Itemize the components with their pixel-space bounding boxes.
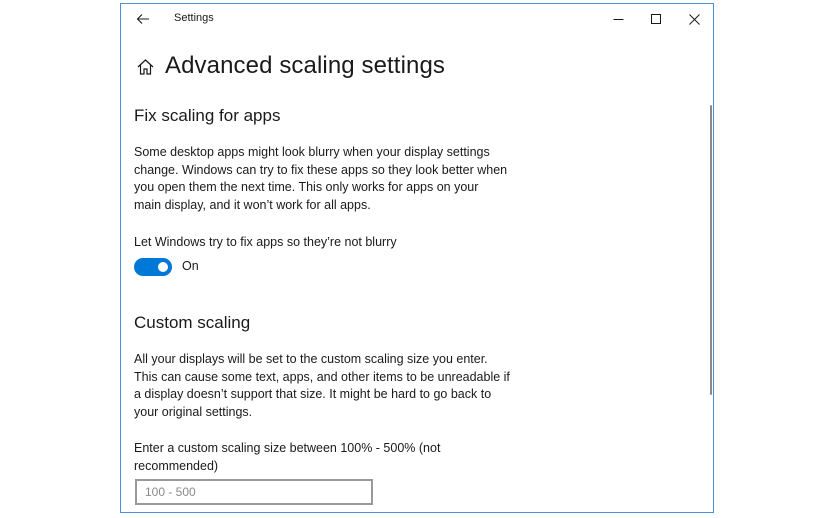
input-label-line: recommended) [134,458,219,473]
toggle-knob [158,262,168,272]
custom-scaling-input[interactable] [135,479,373,505]
fix-apps-toggle-label: Let Windows try to fix apps so they’re n… [134,235,397,249]
custom-scaling-heading: Custom scaling [134,313,251,332]
toggle-state-text: On [182,259,199,273]
window-title: Settings [174,12,214,24]
custom-scaling-description: All your displays will be set to the cus… [134,351,524,421]
description-line: Some desktop apps might look blurry when… [134,145,490,159]
fix-apps-toggle[interactable] [134,258,172,276]
title-bar: Settings [121,4,713,34]
page: Settings Advanced scaling settings Fix s… [0,0,825,518]
description-line: main display, and it won’t work for all … [134,197,371,212]
page-title: Advanced scaling settings [165,52,445,79]
fix-scaling-description: Some desktop apps might look blurry when… [134,144,524,214]
input-label-line: Enter a custom scaling size between 100%… [134,441,441,455]
home-icon [137,59,153,75]
description-line: This can cause some text, apps, and othe… [134,369,510,384]
description-line: your original settings. [134,404,253,419]
close-button[interactable] [675,4,713,34]
description-line: you open them the next time. This only w… [134,180,479,194]
settings-content: Advanced scaling settings Fix scaling fo… [121,34,713,512]
close-icon [688,13,700,25]
custom-scaling-input-label: Enter a custom scaling size between 100%… [134,440,524,475]
scrollbar[interactable] [710,105,712,395]
home-button[interactable] [135,57,155,77]
maximize-button[interactable] [637,4,675,34]
fix-scaling-heading: Fix scaling for apps [134,106,281,125]
description-line: a display doesn’t support that size. It … [134,387,492,401]
back-button[interactable] [129,7,157,31]
maximize-icon [650,13,661,24]
description-line: change. Windows can try to fix these app… [134,162,508,177]
page-header: Advanced scaling settings [135,52,445,80]
description-line: All your displays will be set to the cus… [134,352,488,366]
back-arrow-icon [136,14,149,24]
settings-window: Settings Advanced scaling settings Fix s… [120,3,714,513]
minimize-icon [613,18,623,20]
minimize-button[interactable] [599,4,637,34]
